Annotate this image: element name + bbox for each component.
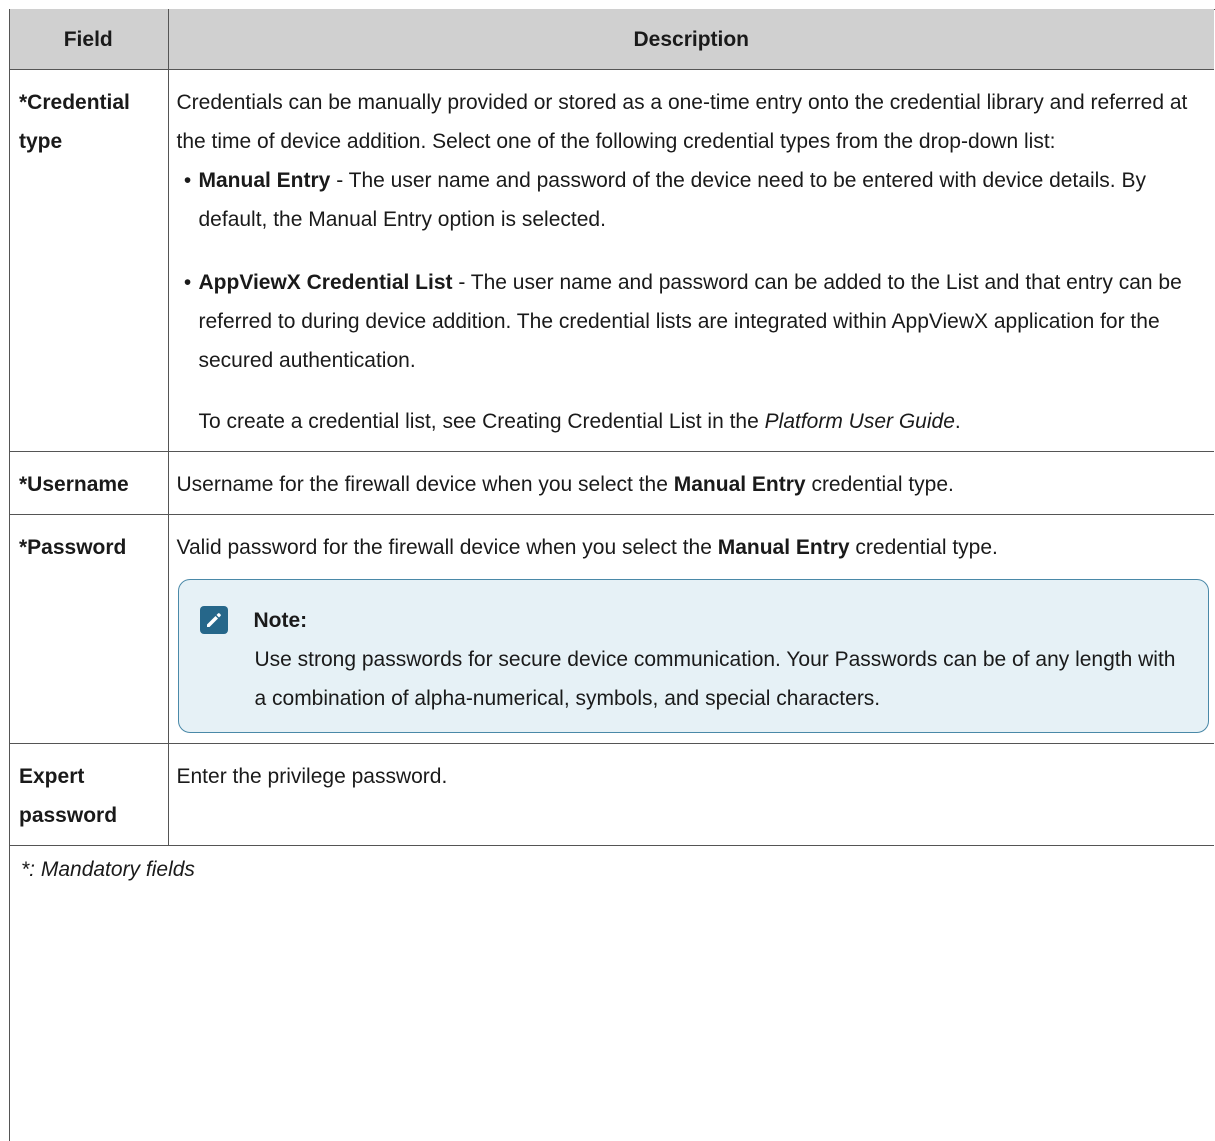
create-credential-list-text: To create a credential list, see Creatin… [177,402,1205,441]
note-header: Note: [199,602,1188,638]
create-text-lead: To create a credential list, see Creatin… [198,410,765,433]
table-footer-row: *: Mandatory fields [9,846,1214,896]
table-row-username: *Username Username for the firewall devi… [9,451,1214,515]
option-manual-entry: • Manual Entry - The user name and passwo… [177,161,1205,239]
credential-type-intro: Credentials can be manually provided or … [176,91,1188,153]
bullet-icon: • [183,271,192,294]
field-username: *Username [9,451,169,515]
username-text-lead: Username for the firewall device when yo… [176,473,674,496]
table-header-row: Field Description [9,9,1214,70]
table-left-border [9,9,10,1141]
credential-type-options: • Manual Entry - The user name and passwo… [177,161,1205,380]
option-manual-entry-text: - The user name and password of the devi… [198,169,1146,231]
note-title: Note: [253,608,308,632]
username-manual-entry: Manual Entry [673,473,806,496]
header-field: Field [9,9,169,70]
platform-user-guide-ref: Platform User Guide [764,410,955,433]
table-row-expert-password: Expert password Enter the privilege pass… [9,743,1214,846]
password-manual-entry: Manual Entry [717,536,850,559]
create-text-tail: . [954,410,961,433]
table-row-credential-type: *Credential type Credentials can be manu… [9,69,1214,452]
table-row-password: *Password Valid password for the firewal… [9,514,1214,744]
pencil-icon [199,606,228,634]
option-credential-list-label: AppViewX Credential List [198,271,453,294]
password-text: Valid password for the firewall device w… [177,528,1205,567]
field-password: *Password [9,514,169,744]
note-box: Note: Use strong passwords for secure de… [177,579,1209,733]
header-description: Description [168,9,1214,70]
desc-credential-type: Credentials can be manually provided or … [168,69,1214,452]
option-credential-list: • AppViewX Credential List - The user nam… [177,263,1205,380]
bullet-icon: • [183,169,192,192]
password-text-lead: Valid password for the firewall device w… [176,536,718,559]
desc-password: Valid password for the firewall device w… [168,514,1214,744]
option-manual-entry-label: Manual Entry [198,169,331,192]
username-text-tail: credential type. [805,473,954,496]
field-credential-type: *Credential type [9,69,169,452]
field-expert-password: Expert password [9,743,169,846]
desc-username: Username for the firewall device when yo… [168,451,1214,515]
desc-expert-password: Enter the privilege password. [168,743,1214,846]
note-body: Use strong passwords for secure device c… [254,648,1176,710]
parameters-table: Field Description *Credential type Crede… [9,9,1214,895]
password-text-tail: credential type. [849,536,998,559]
mandatory-fields-note: *: Mandatory fields [21,858,195,881]
